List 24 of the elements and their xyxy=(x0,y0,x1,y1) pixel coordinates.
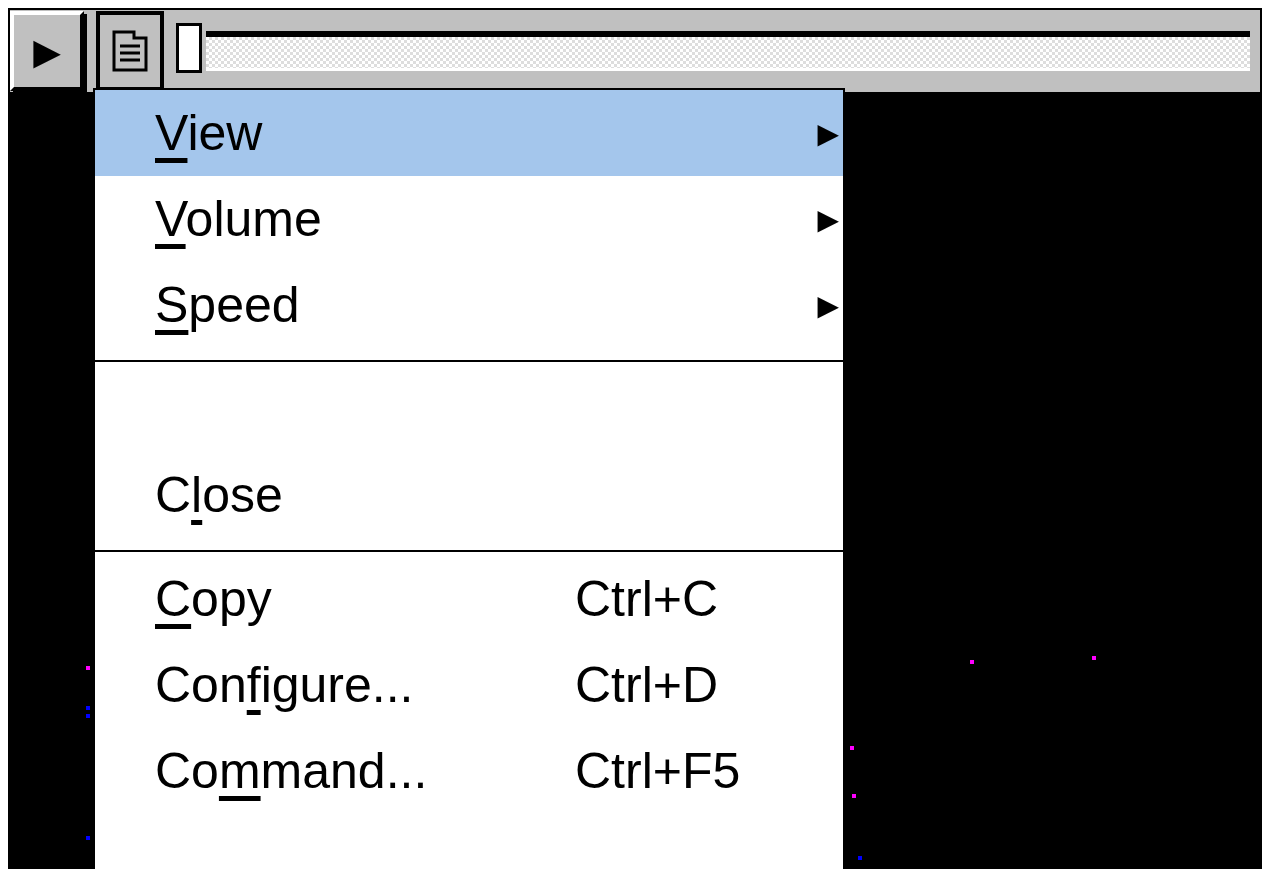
submenu-arrow: ▶ xyxy=(817,288,840,322)
menu-item[interactable]: View ▶ xyxy=(95,90,843,176)
menu-item[interactable]: Speed ▶ xyxy=(95,262,843,348)
shortcut-label: Ctrl+F5 xyxy=(575,742,741,800)
play-button[interactable]: ▶ xyxy=(10,11,84,91)
menu-item-label: Command... xyxy=(155,742,429,800)
menu-item[interactable]: Configure... Ctrl+D xyxy=(95,642,843,728)
menu-item-label: Configure... xyxy=(155,656,415,714)
menu-item-label: Speed xyxy=(155,276,301,334)
menu-item[interactable]: Copy Ctrl+C xyxy=(95,556,843,642)
menu-item[interactable]: Volume ▶ xyxy=(95,176,843,262)
menu-item-label: Close xyxy=(155,466,284,524)
document-icon xyxy=(112,30,148,72)
menu-item-label: Copy xyxy=(155,570,273,628)
submenu-arrow: ▶ xyxy=(817,202,840,236)
menu-button[interactable] xyxy=(96,11,164,91)
menu-item[interactable]: Command... Ctrl+F5 xyxy=(95,728,843,814)
menu-item-label: Volume xyxy=(155,190,323,248)
shortcut-label: Ctrl+C xyxy=(575,570,719,628)
menu-item[interactable]: Close xyxy=(95,452,843,538)
submenu-arrow: ▶ xyxy=(817,116,840,150)
menu-item-label: View xyxy=(155,104,264,162)
shortcut-label: Ctrl+D xyxy=(575,656,719,714)
slider-thumb[interactable] xyxy=(176,23,202,73)
